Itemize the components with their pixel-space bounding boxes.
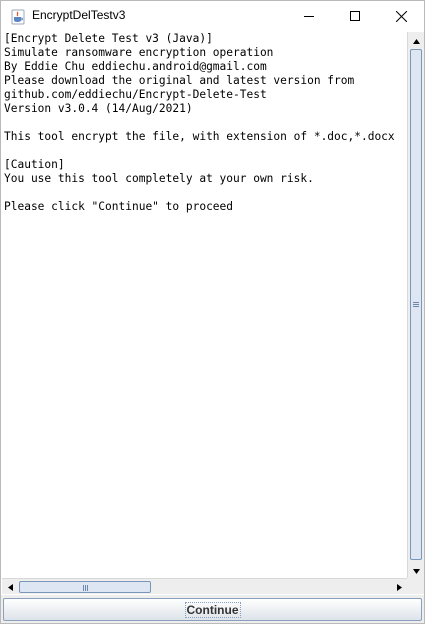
text-area-viewport[interactable]: [Encrypt Delete Test v3 (Java)] Simulate … [2,32,407,578]
scroll-left-button[interactable] [2,579,18,595]
grip-line [87,585,88,591]
arrow-down-icon [412,561,420,579]
arrow-left-icon [7,578,13,596]
text-line: [Encrypt Delete Test v3 (Java)] [4,32,213,45]
grip-line [85,585,86,591]
text-line: Version v3.0.4 (14/Aug/2021) [4,102,193,115]
scrollbar-corner [407,578,424,594]
scroll-down-button[interactable] [408,562,424,578]
grip-line [413,306,419,307]
scroll-up-button[interactable] [408,32,424,48]
maximize-button[interactable] [332,1,378,31]
title-bar[interactable]: EncryptDelTestv3 [1,1,424,31]
text-line [4,186,407,200]
vertical-scrollbar[interactable] [407,32,424,578]
continue-button[interactable]: Continue [3,598,422,621]
grip-line [413,302,419,303]
vertical-scroll-thumb[interactable] [410,49,422,560]
horizontal-scrollbar[interactable] [2,578,407,594]
minimize-button[interactable] [286,1,332,31]
text-area[interactable]: [Encrypt Delete Test v3 (Java)] Simulate … [2,32,407,214]
app-window: EncryptDelTestv3 [Encrypt Delete Test v3… [0,0,425,624]
horizontal-scroll-thumb[interactable] [19,581,151,593]
continue-button-label: Continue [184,601,241,618]
arrow-up-icon [412,31,420,49]
arrow-right-icon [396,578,402,596]
text-line: By Eddie Chu eddiechu.android@gmail.com [4,60,267,73]
grip-line [413,304,419,305]
window-title: EncryptDelTestv3 [32,8,126,22]
text-line: You use this tool completely at your own… [4,172,314,185]
scroll-right-button[interactable] [391,579,407,595]
text-line: Please click "Continue" to proceed [4,200,234,213]
close-icon [395,10,407,22]
text-line: github.com/eddiechu/Encrypt-Delete-Test [4,88,267,101]
java-cup-icon[interactable] [10,9,26,25]
text-line: Simulate ransomware encryption operation [4,46,274,59]
maximize-icon [350,11,360,21]
text-line: [Caution] [4,158,65,171]
text-line: This tool encrypt the file, with extensi… [4,130,395,143]
text-line: Please download the original and latest … [4,74,355,87]
text-line [4,116,407,130]
close-button[interactable] [378,1,424,31]
text-line [4,144,407,158]
grip-line [83,585,84,591]
button-bar: Continue [1,595,424,623]
minimize-icon [304,11,314,21]
